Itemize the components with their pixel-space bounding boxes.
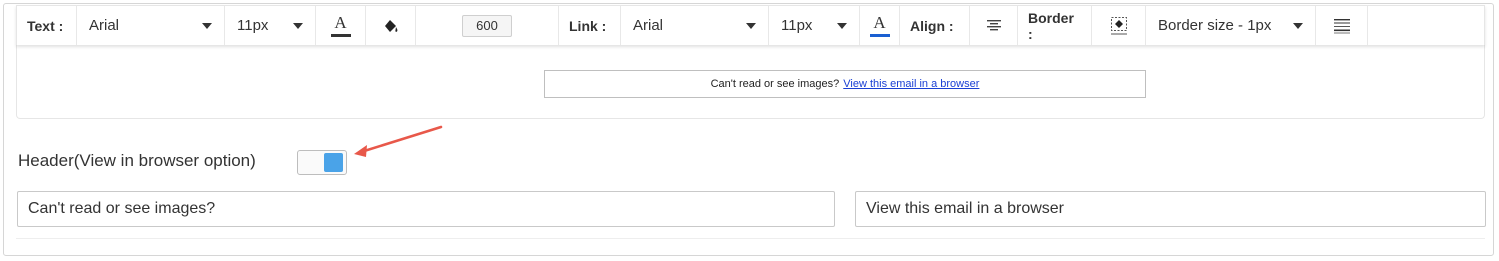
header-text-value: Can't read or see images? — [28, 200, 216, 217]
browser-link-text-value: View this email in a browser — [866, 200, 1065, 217]
text-size-select[interactable]: 11px — [225, 6, 316, 45]
view-in-browser-preview: Can't read or see images? View this emai… — [544, 70, 1146, 98]
header-option-label: Header(View in browser option) — [18, 151, 256, 170]
font-color-icon: A — [330, 14, 351, 37]
fill-color-button[interactable] — [366, 6, 416, 45]
text-font-value: Arial — [89, 17, 120, 34]
border-size-select[interactable]: Border size - 1px — [1146, 6, 1316, 45]
link-font-value: Arial — [633, 17, 664, 34]
border-lines-icon — [1333, 18, 1350, 33]
fill-bucket-icon — [384, 19, 397, 32]
link-section-label: Link : — [559, 6, 621, 45]
view-in-browser-link[interactable]: View this email in a browser — [843, 78, 979, 90]
chevron-down-icon — [746, 22, 756, 29]
link-label: Link : — [569, 17, 607, 34]
align-label: Align : — [910, 17, 954, 34]
border-label: Border : — [1028, 9, 1074, 42]
text-font-select[interactable]: Arial — [77, 6, 225, 45]
chevron-down-icon — [202, 22, 212, 29]
text-label: Text : — [27, 17, 64, 34]
font-weight-input[interactable]: 600 — [462, 14, 512, 37]
chevron-down-icon — [1293, 22, 1303, 29]
toggle-knob — [324, 153, 343, 172]
browser-link-text-input[interactable]: View this email in a browser — [855, 191, 1486, 227]
align-center-button[interactable] — [970, 6, 1018, 45]
text-color-button[interactable]: A — [316, 6, 366, 45]
border-size-value: Border size - 1px — [1158, 17, 1272, 34]
border-style-button[interactable] — [1092, 6, 1146, 45]
divider — [16, 238, 1485, 239]
border-lines-button[interactable] — [1316, 6, 1368, 45]
email-preview-panel: Can't read or see images? View this emai… — [16, 44, 1485, 119]
chevron-down-icon — [837, 22, 847, 29]
font-color-icon: A — [869, 14, 890, 37]
annotation-arrow-icon — [354, 125, 443, 157]
link-size-select[interactable]: 11px — [769, 6, 860, 45]
text-section-label: Text : — [17, 6, 77, 45]
link-font-select[interactable]: Arial — [621, 6, 769, 45]
header-text-input[interactable]: Can't read or see images? — [17, 191, 835, 227]
format-toolbar: Text : Arial 11px A 600 Link : Arial 11p… — [16, 5, 1485, 45]
align-section-label: Align : — [900, 6, 970, 45]
text-weight-cell: 600 — [416, 6, 559, 45]
preview-text: Can't read or see images? — [710, 78, 840, 90]
link-color-button[interactable]: A — [860, 6, 900, 45]
link-size-value: 11px — [781, 17, 813, 34]
border-style-icon — [1110, 16, 1127, 35]
align-center-icon — [986, 19, 1001, 30]
text-size-value: 11px — [237, 17, 269, 34]
border-section-label: Border : — [1018, 6, 1092, 45]
header-view-in-browser-toggle[interactable] — [297, 150, 347, 175]
chevron-down-icon — [293, 22, 303, 29]
